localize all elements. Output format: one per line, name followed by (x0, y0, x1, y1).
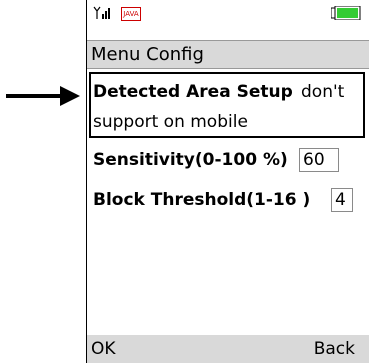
signal-icon (93, 6, 110, 19)
sensitivity-input[interactable]: 60 (299, 148, 339, 172)
page-title: Menu Config (91, 44, 204, 65)
annotation-arrow-icon (6, 86, 80, 106)
detected-area-note-line2: support on mobile (93, 112, 248, 132)
detected-area-note: don't (301, 82, 345, 102)
back-button[interactable]: Back (314, 339, 355, 359)
block-threshold-label: Block Threshold(1-16 ) (93, 190, 311, 210)
battery-icon (331, 6, 361, 20)
status-bar: JAVA (87, 0, 369, 40)
java-icon: JAVA (121, 7, 141, 21)
sensitivity-label: Sensitivity(0-100 %) (93, 150, 288, 170)
block-threshold-input[interactable]: 4 (331, 188, 353, 212)
detected-area-label: Detected Area Setup (93, 82, 293, 102)
phone-screen: JAVA Menu Config Detected Area Setup don… (86, 0, 369, 363)
title-bar: Menu Config (87, 40, 369, 69)
ok-button[interactable]: OK (91, 339, 116, 359)
soft-key-bar: OK Back (87, 335, 369, 363)
